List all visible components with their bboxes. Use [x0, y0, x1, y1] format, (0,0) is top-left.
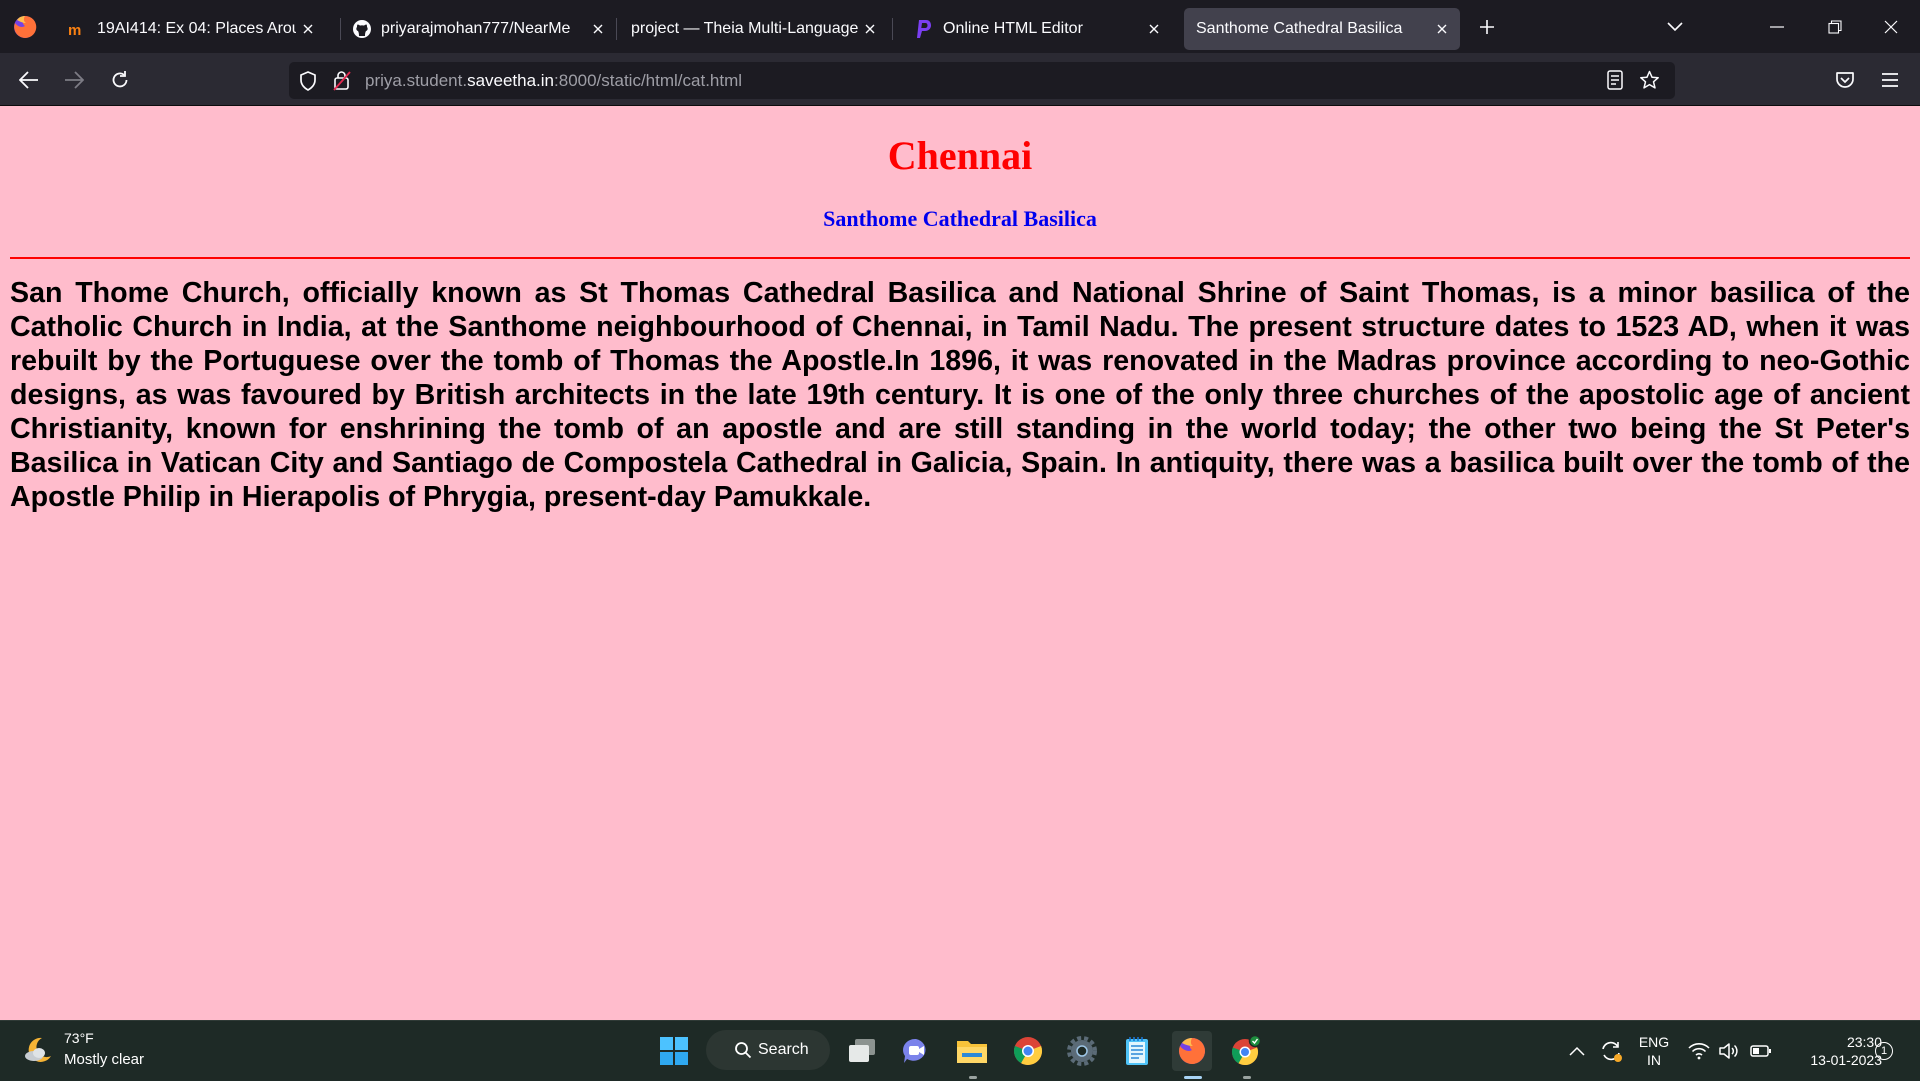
- restore-icon: [1828, 20, 1842, 34]
- tab-github-nearme[interactable]: priyarajmohan777/NearMe: [340, 8, 616, 50]
- tab-bar: m 19AI414: Ex 04: Places Around M priyar…: [0, 0, 1920, 53]
- tracking-protection-shield-icon[interactable]: [299, 71, 317, 95]
- search-label: Search: [758, 1041, 809, 1058]
- running-indicator: [1243, 1076, 1251, 1079]
- clock-date: 13-01-2023: [1810, 1052, 1882, 1068]
- close-icon[interactable]: [1430, 17, 1454, 41]
- firefox-menu-icon[interactable]: [12, 14, 38, 40]
- url-text[interactable]: priya.student.saveetha.in:8000/static/ht…: [365, 62, 742, 99]
- close-icon[interactable]: [858, 17, 882, 41]
- chat-icon[interactable]: [896, 1031, 936, 1071]
- sync-icon[interactable]: [1594, 1031, 1628, 1071]
- new-tab-button[interactable]: [1472, 12, 1502, 42]
- search-icon: [734, 1041, 752, 1064]
- hamburger-menu-icon: [1882, 73, 1898, 87]
- tab-label: priyarajmohan777/NearMe: [381, 20, 571, 37]
- close-window-button[interactable]: [1876, 12, 1906, 42]
- bookmark-star-icon[interactable]: [1639, 70, 1660, 94]
- close-icon[interactable]: [1142, 17, 1166, 41]
- task-view-icon[interactable]: [842, 1031, 882, 1071]
- notepad-icon[interactable]: [1117, 1031, 1157, 1071]
- running-indicator: [969, 1076, 977, 1079]
- show-hidden-icons-chevron-up-icon[interactable]: [1562, 1031, 1592, 1071]
- start-icon[interactable]: [654, 1031, 694, 1071]
- clock[interactable]: 23:30 13-01-2023: [1786, 1033, 1882, 1069]
- reload-icon: [112, 71, 128, 88]
- web-page: Chennai Santhome Cathedral Basilica San …: [0, 106, 1920, 1020]
- weather-temperature[interactable]: 73°F: [64, 1030, 94, 1046]
- page-subtitle: Santhome Cathedral Basilica: [823, 206, 1097, 231]
- tab-separator: [892, 18, 893, 40]
- volume-icon[interactable]: [1714, 1031, 1744, 1071]
- pocket-button[interactable]: [1828, 63, 1862, 97]
- pocket-icon: [1836, 72, 1854, 88]
- svg-text:m: m: [68, 22, 81, 37]
- tab-label: Santhome Cathedral Basilica: [1196, 20, 1403, 37]
- tab-online-html-editor[interactable]: Online HTML Editor: [902, 8, 1172, 50]
- taskbar-search[interactable]: Search: [706, 1030, 830, 1070]
- moodle-icon: m: [68, 19, 88, 39]
- github-icon: [352, 19, 372, 39]
- editor-icon: [914, 19, 934, 39]
- wifi-icon[interactable]: [1684, 1031, 1714, 1071]
- firefox-icon[interactable]: [1172, 1031, 1212, 1071]
- tab-separator: [616, 18, 617, 40]
- close-icon[interactable]: [296, 17, 320, 41]
- back-button[interactable]: [12, 63, 46, 97]
- minimize-icon: [1770, 26, 1784, 28]
- windows-taskbar: 73°F Mostly clear Search ENG IN 23:30 13…: [0, 1020, 1920, 1081]
- forward-arrow-icon: [65, 71, 84, 89]
- weather-description[interactable]: Mostly clear: [64, 1051, 144, 1068]
- reload-button[interactable]: [103, 63, 137, 97]
- address-bar[interactable]: priya.student.saveetha.in:8000/static/ht…: [289, 62, 1675, 99]
- chevron-down-icon: [1667, 22, 1683, 32]
- chrome-update-icon[interactable]: [1226, 1031, 1266, 1071]
- page-title: Chennai: [887, 133, 1033, 178]
- language-indicator[interactable]: ENG IN: [1632, 1033, 1676, 1069]
- page-body-text: San Thome Church, officially known as St…: [10, 277, 1910, 513]
- tab-theia-project[interactable]: project — Theia Multi-Language Ex: [618, 8, 888, 50]
- url-path: :8000/static/html/cat.html: [554, 71, 743, 90]
- tab-label: project — Theia Multi-Language Ex: [631, 20, 858, 37]
- notification-badge[interactable]: 1: [1875, 1042, 1893, 1060]
- region-code: IN: [1647, 1052, 1661, 1068]
- chrome-icon[interactable]: [1008, 1031, 1048, 1071]
- tab-label: 19AI414: Ex 04: Places Around M: [97, 20, 296, 37]
- active-indicator: [1184, 1076, 1202, 1079]
- weather-moon-icon[interactable]: [22, 1034, 54, 1066]
- url-domain: saveetha.in: [467, 71, 555, 90]
- clock-time: 23:30: [1846, 1034, 1882, 1050]
- minimize-button[interactable]: [1762, 12, 1792, 42]
- horizontal-rule: [10, 257, 1910, 259]
- tab-label: Online HTML Editor: [943, 20, 1083, 37]
- language-code: ENG: [1638, 1034, 1670, 1050]
- insecure-lock-icon[interactable]: [333, 70, 351, 95]
- list-all-tabs-button[interactable]: [1660, 12, 1690, 42]
- restore-button[interactable]: [1820, 12, 1850, 42]
- settings-icon[interactable]: [1062, 1031, 1102, 1071]
- plus-icon: [1480, 20, 1494, 34]
- close-icon[interactable]: [586, 17, 610, 41]
- back-arrow-icon: [19, 71, 38, 89]
- file-explorer-icon[interactable]: [952, 1031, 992, 1071]
- tab-santhome-basilica[interactable]: Santhome Cathedral Basilica: [1184, 8, 1460, 50]
- battery-icon[interactable]: [1746, 1031, 1776, 1071]
- close-icon: [1884, 20, 1898, 34]
- tab-places-around[interactable]: m 19AI414: Ex 04: Places Around M: [56, 8, 326, 50]
- reader-view-icon[interactable]: [1607, 70, 1623, 94]
- url-prefix: priya.student.: [365, 71, 468, 90]
- navigation-toolbar: priya.student.saveetha.in:8000/static/ht…: [0, 53, 1920, 106]
- forward-button[interactable]: [57, 63, 91, 97]
- app-menu-button[interactable]: [1873, 63, 1907, 97]
